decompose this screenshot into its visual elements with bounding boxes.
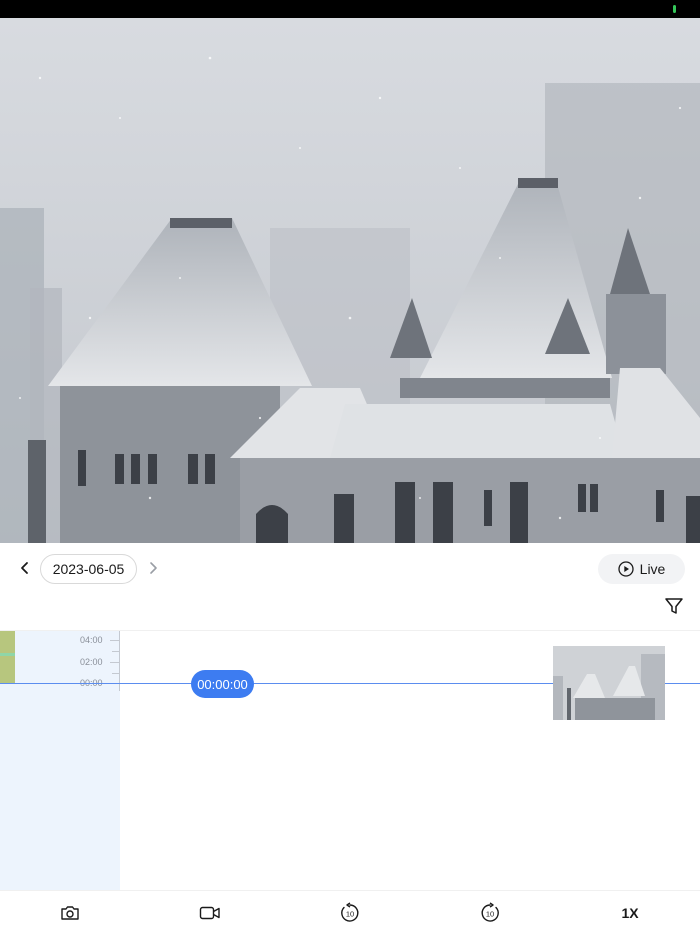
video-record-icon xyxy=(199,906,220,920)
chevron-left-icon xyxy=(21,562,28,574)
tick-label: 04:00 xyxy=(80,635,103,645)
snapshot-button[interactable] xyxy=(58,901,82,925)
filter-icon xyxy=(665,598,683,614)
bottom-toolbar: 10 10 1X xyxy=(0,890,700,934)
next-day-button[interactable] xyxy=(145,559,161,577)
tick-mark xyxy=(112,673,120,674)
current-time-badge[interactable]: 00:00:00 xyxy=(191,670,254,698)
date-bar: 2023-06-05 Live xyxy=(0,543,700,595)
playback-timeline[interactable]: 04:00 02:00 00:00 00:00:00 xyxy=(0,630,700,891)
tick-label: 02:00 xyxy=(80,657,103,667)
record-button[interactable] xyxy=(198,901,222,925)
thumbnail-image xyxy=(553,646,665,720)
event-thumbnail[interactable] xyxy=(553,646,665,720)
forward-10-label: 10 xyxy=(486,910,494,919)
previous-day-button[interactable] xyxy=(16,559,34,577)
time-ruler[interactable]: 04:00 02:00 00:00 xyxy=(0,631,120,891)
tick-mark xyxy=(110,640,120,641)
rewind-10-label: 10 xyxy=(346,910,354,919)
battery-indicator xyxy=(673,5,676,13)
playback-speed-button[interactable]: 1X xyxy=(618,901,642,925)
chevron-right-icon xyxy=(150,562,157,574)
tick-mark xyxy=(110,662,120,663)
recording-segment[interactable] xyxy=(0,631,15,683)
date-selector[interactable]: 2023-06-05 xyxy=(40,554,137,584)
play-icon xyxy=(618,561,634,577)
tick-mark xyxy=(112,651,120,652)
rewind-10-button[interactable]: 10 xyxy=(338,901,362,925)
filter-button[interactable] xyxy=(664,596,684,616)
forward-10-button[interactable]: 10 xyxy=(478,901,502,925)
forward-10-icon: 10 xyxy=(481,902,499,922)
video-player[interactable] xyxy=(0,18,700,543)
live-button[interactable]: Live xyxy=(598,554,685,584)
live-label: Live xyxy=(639,561,666,577)
recording-marker xyxy=(0,653,15,656)
status-bar xyxy=(0,0,700,18)
video-frame xyxy=(0,18,700,543)
rewind-10-icon: 10 xyxy=(341,902,359,922)
camera-icon xyxy=(61,906,79,920)
